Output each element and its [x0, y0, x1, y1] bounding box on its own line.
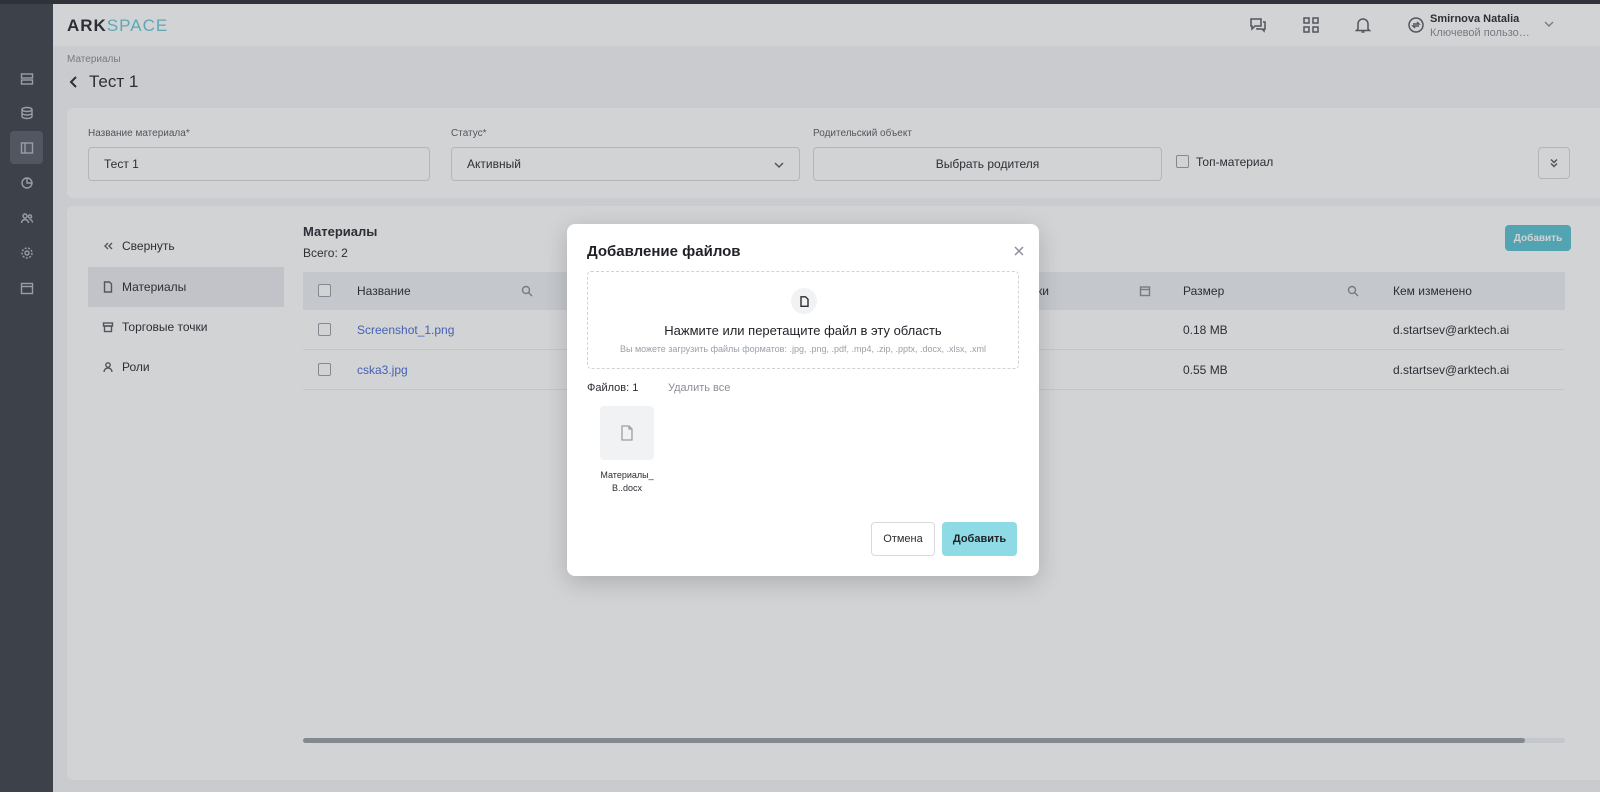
add-button[interactable]: Добавить — [942, 522, 1017, 556]
file-dropzone[interactable]: Нажмите или перетащите файл в эту област… — [587, 271, 1019, 369]
file-name: Материалы_ В..docx — [587, 469, 667, 495]
dropzone-text: Нажмите или перетащите файл в эту област… — [664, 323, 942, 338]
file-icon — [791, 288, 817, 314]
file-name-line2: В..docx — [611, 483, 642, 493]
files-count: Файлов: 1 — [587, 382, 639, 394]
cancel-button[interactable]: Отмена — [871, 522, 935, 556]
close-icon[interactable] — [1014, 244, 1026, 256]
delete-all-link[interactable]: Удалить все — [668, 382, 730, 394]
file-thumbnail[interactable] — [600, 406, 654, 460]
file-name-line1: Материалы_ — [600, 470, 654, 480]
modal-title: Добавление файлов — [587, 243, 741, 260]
dropzone-hint: Вы можете загрузить файлы форматов: .jpg… — [619, 344, 987, 354]
add-files-modal: Добавление файлов Нажмите или перетащите… — [567, 224, 1039, 576]
document-icon — [621, 425, 633, 441]
